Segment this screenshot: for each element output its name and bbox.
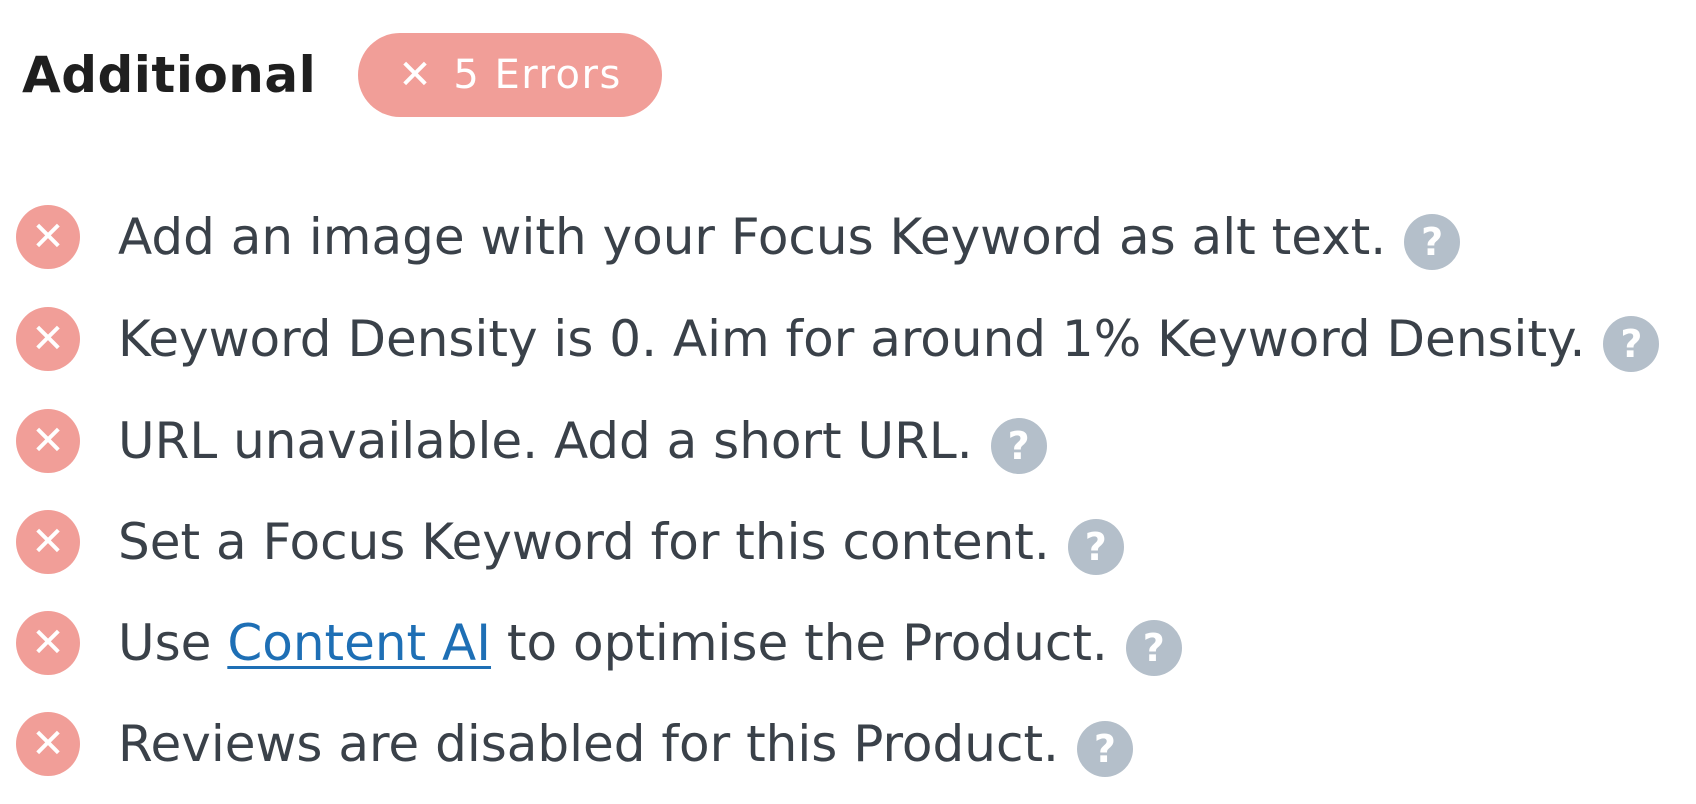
- list-item: ✕ Set a Focus Keyword for this content. …: [16, 502, 1124, 582]
- error-icon: ✕: [16, 409, 80, 473]
- help-icon[interactable]: ?: [1125, 620, 1182, 676]
- errors-badge[interactable]: ✕ 5 Errors: [358, 33, 662, 117]
- list-item: ✕ URL unavailable. Add a short URL. ?: [16, 401, 1047, 481]
- section-header: Additional ✕ 5 Errors: [22, 33, 662, 117]
- item-text: Use Content AI to optimise the Product.: [118, 614, 1108, 672]
- item-text: Add an image with your Focus Keyword as …: [118, 208, 1387, 266]
- help-icon[interactable]: ?: [1076, 721, 1133, 777]
- section-title: Additional: [22, 46, 317, 104]
- list-item: ✕ Reviews are disabled for this Product.…: [16, 704, 1133, 784]
- list-item: ✕ Use Content AI to optimise the Product…: [16, 603, 1182, 683]
- help-icon[interactable]: ?: [990, 418, 1047, 474]
- error-icon: ✕: [16, 307, 80, 371]
- item-text: URL unavailable. Add a short URL.: [118, 412, 973, 470]
- list-item: ✕ Keyword Density is 0. Aim for around 1…: [16, 299, 1660, 379]
- errors-badge-label: 5 Errors: [453, 52, 622, 98]
- error-icon: ✕: [16, 611, 80, 675]
- content-ai-link[interactable]: Content AI: [227, 614, 491, 672]
- item-text: Set a Focus Keyword for this content.: [118, 513, 1050, 571]
- item-text: Reviews are disabled for this Product.: [118, 715, 1059, 773]
- error-icon: ✕: [16, 510, 80, 574]
- error-icon: ✕: [16, 712, 80, 776]
- list-item: ✕ Add an image with your Focus Keyword a…: [16, 197, 1461, 277]
- help-icon[interactable]: ?: [1603, 316, 1660, 372]
- item-text: Keyword Density is 0. Aim for around 1% …: [118, 310, 1586, 368]
- help-icon[interactable]: ?: [1404, 214, 1461, 270]
- error-icon: ✕: [16, 205, 80, 269]
- help-icon[interactable]: ?: [1067, 519, 1124, 575]
- close-icon: ✕: [398, 52, 434, 98]
